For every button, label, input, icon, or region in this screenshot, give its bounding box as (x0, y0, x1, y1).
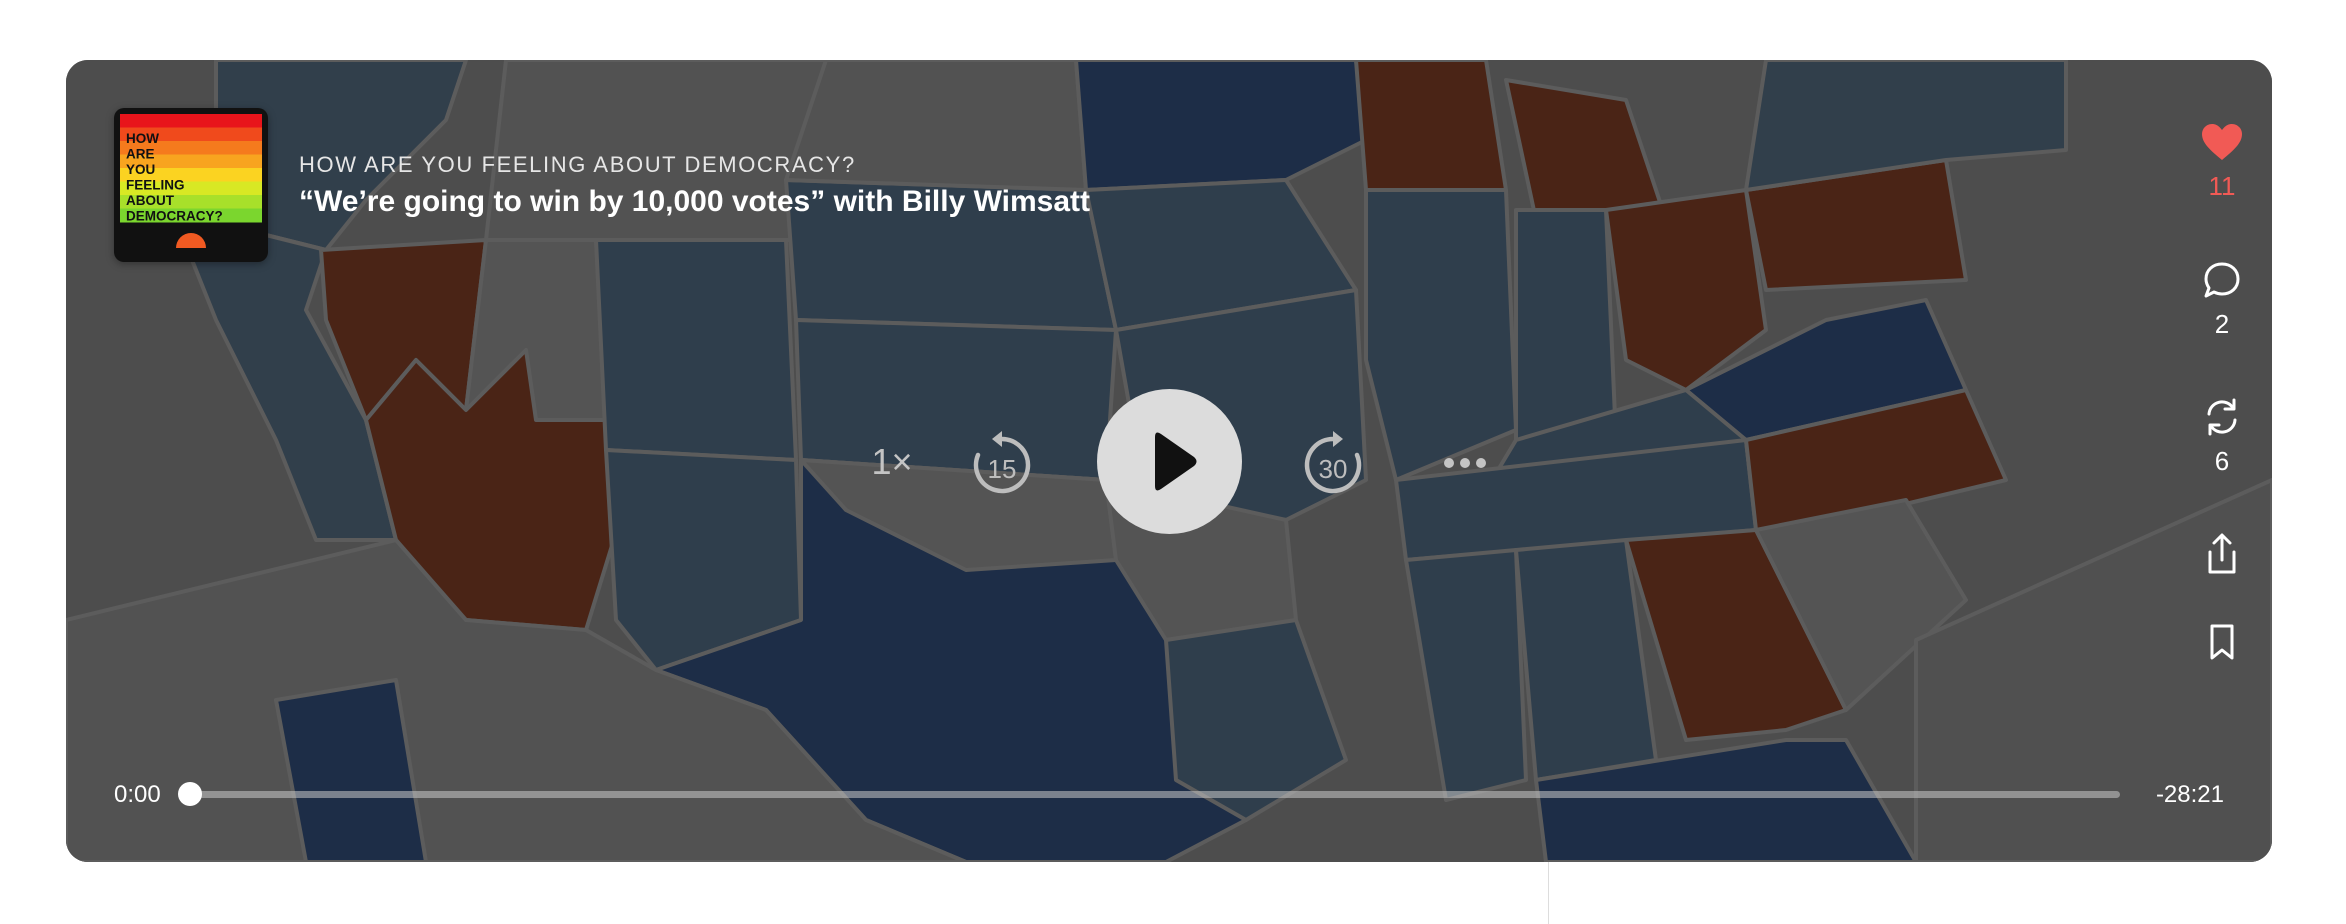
artwork-text-line: FEELING (126, 178, 185, 193)
comment-icon (2204, 262, 2240, 298)
share-button[interactable] (2172, 532, 2272, 581)
more-options-button[interactable] (1435, 448, 1495, 478)
episode-title[interactable]: “We’re going to win by 10,000 votes” wit… (299, 185, 1090, 219)
artwork-text-line: YOU (126, 162, 155, 177)
ellipsis-icon (1444, 458, 1486, 468)
bookmark-button[interactable] (2172, 622, 2272, 667)
audio-player-card: HOW ARE YOU FEELING ABOUT DEMOCRACY? HOW ARE … (66, 60, 2272, 862)
scrubber-thumb[interactable] (178, 782, 202, 806)
artwork-text-line: ABOUT (126, 193, 175, 208)
heart-icon (2202, 124, 2242, 160)
podcast-artwork[interactable]: HOW ARE YOU FEELING ABOUT DEMOCRACY? (114, 108, 268, 262)
playback-speed-button[interactable]: 1× (852, 441, 932, 483)
like-count: 11 (2208, 171, 2236, 201)
artwork-text-line: ARE (126, 147, 155, 162)
progress-scrubber[interactable] (178, 782, 2120, 806)
play-icon (1155, 432, 1197, 491)
restack-icon (2207, 398, 2237, 436)
remaining-time: -28:21 (2155, 781, 2224, 808)
bookmark-icon (2210, 624, 2234, 660)
artwork-text-line: HOW (126, 131, 159, 146)
comment-count: 2 (2214, 309, 2230, 339)
artwork-stripe (120, 114, 262, 128)
skip-forward-30-icon: 30 (1304, 431, 1362, 494)
artwork-text-line: DEMOCRACY? (126, 209, 223, 224)
skip-back-button[interactable]: 15 (968, 427, 1036, 497)
restack-button[interactable]: 6 (2172, 397, 2272, 477)
share-icon (2208, 533, 2236, 574)
skip-forward-button[interactable]: 30 (1299, 427, 1367, 497)
restack-count: 6 (2214, 446, 2230, 476)
play-button[interactable] (1097, 389, 1242, 534)
elapsed-time: 0:00 (114, 781, 161, 808)
skip-back-15-icon: 15 (973, 431, 1031, 494)
divider (1548, 862, 1549, 924)
like-button[interactable]: 11 (2172, 122, 2272, 202)
svg-text:15: 15 (988, 454, 1017, 484)
action-column: 11 2 6 (2172, 60, 2272, 862)
show-name[interactable]: HOW ARE YOU FEELING ABOUT DEMOCRACY? (299, 152, 856, 178)
comment-button[interactable]: 2 (2172, 260, 2272, 340)
svg-text:30: 30 (1319, 454, 1348, 484)
